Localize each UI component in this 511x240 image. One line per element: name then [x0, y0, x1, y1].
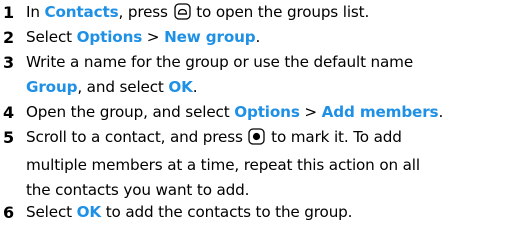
- instruction-text: .: [255, 28, 261, 46]
- menu-term: Group: [26, 78, 78, 96]
- instruction-text: >: [299, 103, 322, 121]
- step-number: 5: [3, 128, 15, 147]
- instruction-text: to mark it. To add: [266, 128, 402, 146]
- menu-term: Options: [76, 28, 143, 46]
- menu-term: Options: [234, 103, 300, 121]
- instruction-text: to add the contacts to the group.: [101, 203, 353, 221]
- step-line: Write a name for the group or use the de…: [26, 50, 510, 75]
- step-number: 6: [3, 203, 15, 222]
- step-number: 3: [3, 53, 15, 72]
- instruction-text: the contacts you want to add.: [26, 181, 250, 199]
- instruction-text: >: [142, 28, 165, 46]
- select-key-icon: [248, 128, 266, 153]
- instruction-text: .: [438, 103, 444, 121]
- instruction-text: , and select: [77, 78, 169, 96]
- instruction-text: In: [26, 3, 45, 21]
- step-text: Select OK to add the contacts to the gro…: [26, 200, 510, 225]
- instruction-text: Select: [26, 28, 77, 46]
- instruction-text: , press: [118, 3, 173, 21]
- menu-term: OK: [168, 78, 193, 96]
- instruction-text: multiple members at a time, repeat this …: [26, 156, 420, 174]
- step-number: 2: [3, 28, 15, 47]
- menu-term: OK: [76, 203, 102, 221]
- instruction-text: to open the groups list.: [191, 3, 370, 21]
- step-text: Open the group, and select Options > Add…: [26, 100, 510, 125]
- instruction-text: Scroll to a contact, and press: [26, 128, 248, 146]
- instruction-text: .: [192, 78, 198, 96]
- step-text: Scroll to a contact, and press to mark i…: [26, 125, 510, 203]
- step-text: Write a name for the group or use the de…: [26, 50, 510, 100]
- step-text: In Contacts, press to open the groups li…: [26, 0, 510, 28]
- step-line: Scroll to a contact, and press to mark i…: [26, 125, 510, 153]
- instruction-text: Open the group, and select: [26, 103, 235, 121]
- instruction-text: Select: [26, 203, 77, 221]
- step-text: Select Options > New group.: [26, 25, 510, 50]
- step-number: 4: [3, 103, 15, 122]
- step-number: 1: [3, 3, 15, 22]
- menu-term: New group: [164, 28, 256, 46]
- menu-term: Add members: [321, 103, 439, 121]
- step-line: Group, and select OK.: [26, 75, 510, 100]
- instruction-text: Write a name for the group or use the de…: [26, 53, 414, 71]
- instruction-steps: 1 In Contacts, press to open the groups l…: [0, 0, 511, 240]
- step-line: multiple members at a time, repeat this …: [26, 153, 510, 178]
- menu-term: Contacts: [44, 3, 119, 21]
